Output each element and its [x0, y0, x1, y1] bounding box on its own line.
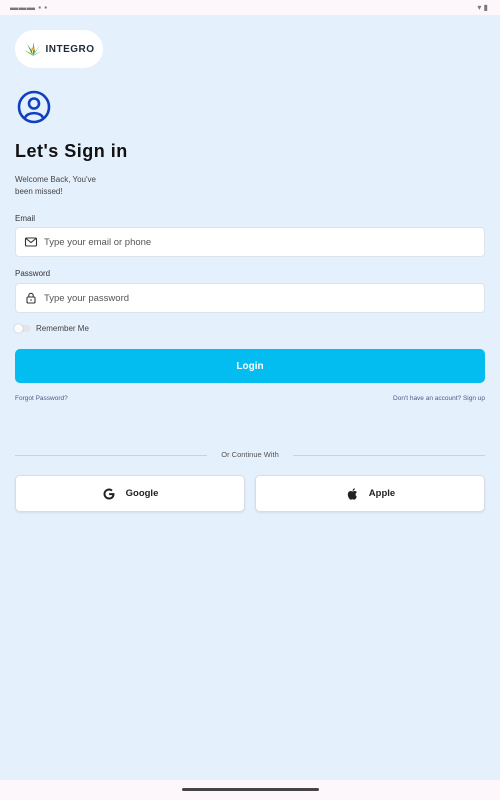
status-bar: ▬▬▬ ▪ ▪ ▾ ▮ [0, 0, 500, 15]
remember-me-toggle[interactable] [14, 324, 31, 333]
forgot-password-link[interactable]: Forgot Password? [15, 395, 68, 402]
signup-prompt: Don't have an account? Sign up [393, 395, 485, 402]
signup-prompt-text: Don't have an account? [393, 395, 463, 402]
google-icon [103, 488, 115, 499]
login-button[interactable]: Login [15, 349, 485, 383]
email-field[interactable] [15, 227, 485, 257]
divider-text: Or Continue With [221, 450, 279, 459]
sign-in-screen: INTEGRO Let's Sign in Welcome Back, You'… [0, 15, 500, 780]
app-logo: INTEGRO [15, 30, 103, 68]
sign-up-link[interactable]: Sign up [463, 395, 485, 402]
toggle-knob [14, 324, 23, 333]
email-input[interactable] [44, 236, 484, 248]
mail-icon [24, 235, 38, 249]
navigation-bar [0, 780, 500, 800]
google-button[interactable]: Google [15, 475, 245, 512]
google-button-label: Google [125, 488, 159, 499]
status-bar-left: ▬▬▬ ▪ ▪ [10, 3, 48, 12]
page-subtitle: Welcome Back, You've been missed! [15, 175, 96, 196]
password-field[interactable] [15, 283, 485, 313]
apple-button[interactable]: Apple [255, 475, 485, 512]
remember-me: Remember Me [14, 324, 89, 333]
email-label: Email [15, 214, 36, 223]
lock-icon [24, 291, 38, 305]
user-circle-icon [17, 90, 51, 124]
page-title: Let's Sign in [15, 141, 128, 161]
apple-icon [347, 487, 357, 500]
divider-left [15, 455, 207, 456]
divider-right [293, 455, 485, 456]
password-input[interactable] [44, 292, 484, 304]
status-bar-right: ▾ ▮ [477, 3, 488, 12]
logo-text: INTEGRO [45, 43, 95, 55]
home-indicator[interactable] [182, 788, 319, 791]
remember-me-label: Remember Me [36, 324, 89, 333]
password-label: Password [15, 269, 51, 278]
apple-button-label: Apple [368, 488, 396, 499]
leaf-logo-icon [24, 42, 43, 56]
